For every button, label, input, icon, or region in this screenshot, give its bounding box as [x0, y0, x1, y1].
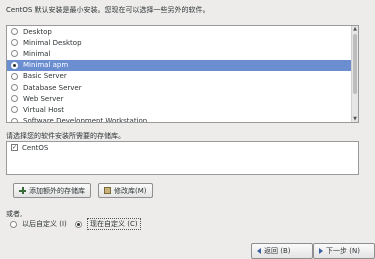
package-radio[interactable] [11, 50, 18, 58]
customize-now-label: 现在自定义 (C) [87, 218, 141, 230]
modify-repo-button[interactable]: 修改库(M) [98, 183, 153, 198]
edit-icon [104, 187, 111, 194]
package-label: Desktop [23, 27, 52, 36]
repo-checkbox[interactable]: ✓ [11, 144, 18, 151]
package-radio[interactable] [11, 106, 18, 114]
next-arrow-icon [319, 248, 323, 254]
package-list-scrollbar[interactable]: ▲ ▼ [351, 26, 358, 122]
add-repo-button[interactable]: 添加额外的存储库 [13, 183, 91, 198]
customize-later-option[interactable]: 以后自定义 (I) [10, 219, 67, 229]
customize-now-option[interactable]: 现在自定义 (C) [75, 218, 141, 230]
scrollbar-thumb[interactable] [353, 34, 357, 94]
plus-icon [19, 187, 26, 194]
package-label: Software Development Workstation [23, 117, 148, 123]
package-group-item[interactable]: Web Server [7, 93, 358, 104]
package-radio[interactable] [11, 72, 18, 80]
package-radio[interactable] [11, 95, 18, 103]
package-label: Web Server [23, 94, 64, 103]
package-group-item[interactable]: Minimal apm [7, 59, 358, 71]
repository-item[interactable]: ✓ CentOS [7, 142, 358, 153]
scroll-up-arrow-icon[interactable]: ▲ [352, 26, 358, 32]
add-repo-label: 添加额外的存储库 [29, 186, 85, 195]
package-radio[interactable] [11, 117, 18, 122]
package-radio[interactable] [11, 28, 18, 36]
package-group-item[interactable]: Software Development Workstation [7, 116, 358, 123]
package-group-item[interactable]: Virtual Host [7, 104, 358, 115]
next-label: 下一步 (N) [326, 247, 360, 255]
next-button[interactable]: 下一步 (N) [313, 243, 375, 259]
customize-later-radio[interactable] [10, 220, 17, 228]
customize-now-radio[interactable] [75, 220, 82, 228]
package-radio[interactable] [11, 39, 18, 47]
package-label: Minimal apm [23, 61, 69, 70]
package-group-item[interactable]: Minimal [7, 48, 358, 59]
intro-text: CentOS 默认安装是最小安装。您现在可以选择一些另外的软件。 [6, 6, 210, 14]
package-group-item[interactable]: Database Server [7, 82, 358, 93]
repo-label: CentOS [22, 143, 49, 152]
customize-label: 或者, [6, 210, 23, 218]
package-radio[interactable] [11, 61, 18, 69]
scroll-down-arrow-icon[interactable]: ▼ [352, 116, 358, 122]
package-radio[interactable] [11, 84, 18, 92]
package-label: Virtual Host [23, 105, 65, 114]
back-label: 返回 (B) [264, 247, 291, 255]
package-group-item[interactable]: Basic Server [7, 71, 358, 82]
package-group-item[interactable]: Minimal Desktop [7, 37, 358, 48]
package-label: Database Server [23, 83, 82, 92]
package-label: Minimal Desktop [23, 38, 82, 47]
package-label: Minimal [23, 49, 51, 58]
package-label: Basic Server [23, 72, 67, 81]
modify-repo-label: 修改库(M) [114, 186, 147, 195]
repo-prompt: 请选择您的软件安装所需要的存储库。 [6, 132, 125, 140]
repository-list[interactable]: ✓ CentOS [6, 141, 359, 175]
back-button[interactable]: 返回 (B) [251, 243, 313, 259]
package-group-item[interactable]: Desktop [7, 26, 358, 37]
customize-later-label: 以后自定义 (I) [22, 220, 67, 228]
package-group-list[interactable]: Desktop Minimal Desktop Minimal Minimal apm… [6, 25, 359, 123]
back-arrow-icon [257, 248, 261, 254]
